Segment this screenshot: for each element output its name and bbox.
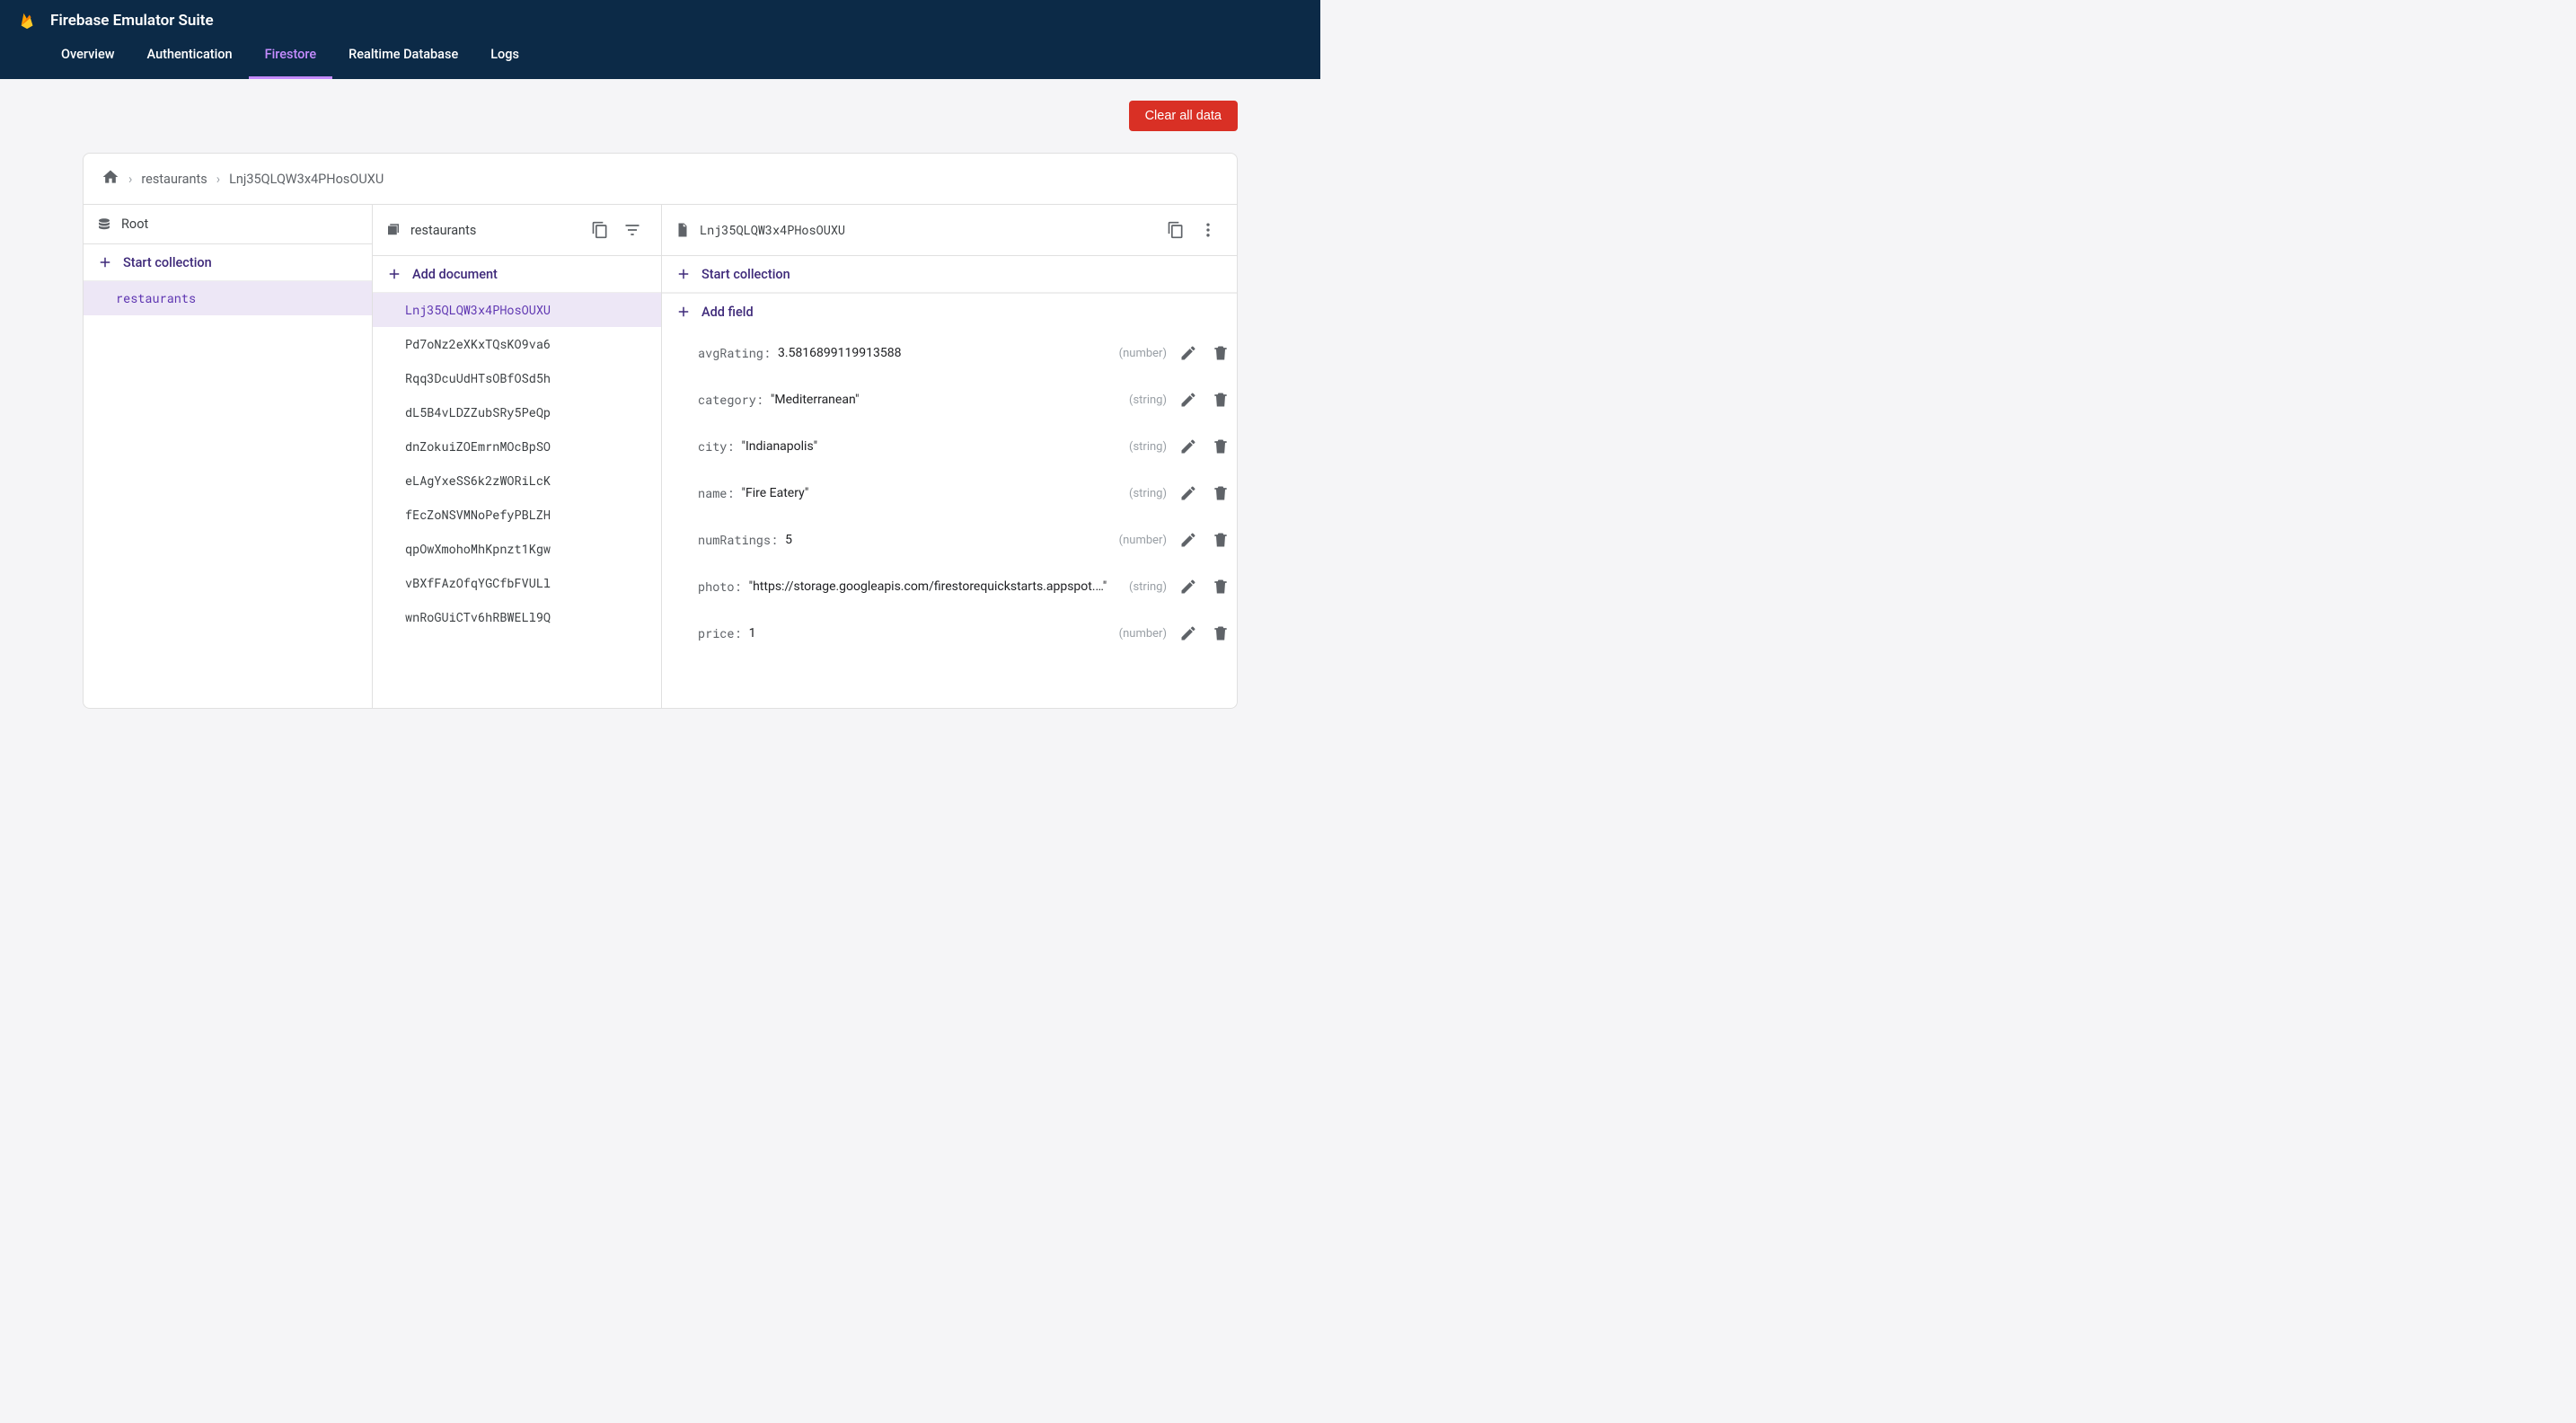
clear-all-data-button[interactable]: Clear all data bbox=[1129, 101, 1238, 131]
column-root: Root Start collection restaurants bbox=[84, 205, 373, 708]
field-value: "Fire Eatery" bbox=[742, 486, 809, 500]
delete-icon[interactable] bbox=[1204, 570, 1237, 603]
collection-icon bbox=[385, 222, 401, 238]
document-item[interactable]: qpOwXmohoMhKpnzt1Kgw bbox=[373, 532, 661, 566]
field-value: "Indianapolis" bbox=[742, 439, 818, 454]
field-key: city: bbox=[698, 438, 735, 455]
field-type: (string) bbox=[1129, 580, 1172, 594]
home-icon[interactable] bbox=[101, 168, 119, 190]
add-document-button[interactable]: Add document bbox=[373, 256, 661, 293]
document-item[interactable]: Pd7oNz2eXKxTQsKO9va6 bbox=[373, 327, 661, 361]
edit-icon[interactable] bbox=[1172, 477, 1204, 509]
field-row[interactable]: name: "Fire Eatery" (string) bbox=[662, 470, 1237, 517]
field-key: price: bbox=[698, 625, 742, 641]
app-title: Firebase Emulator Suite bbox=[50, 12, 214, 30]
tab-logs[interactable]: Logs bbox=[474, 34, 535, 79]
copy-icon[interactable] bbox=[584, 214, 616, 246]
field-key: photo: bbox=[698, 579, 742, 595]
document-item[interactable]: wnRoGUiCTv6hRBWELl9Q bbox=[373, 600, 661, 634]
field-row[interactable]: price: 1 (number) bbox=[662, 610, 1237, 657]
field-key: name: bbox=[698, 485, 735, 501]
document-item[interactable]: Lnj35QLQW3x4PHosOUXU bbox=[373, 293, 661, 327]
field-row[interactable]: category: "Mediterranean" (string) bbox=[662, 376, 1237, 423]
edit-icon[interactable] bbox=[1172, 524, 1204, 556]
breadcrumb-item[interactable]: Lnj35QLQW3x4PHosOUXU bbox=[229, 172, 384, 187]
plus-icon bbox=[385, 265, 403, 283]
field-key: numRatings: bbox=[698, 532, 778, 548]
document-item[interactable]: dL5B4vLDZZubSRy5PeQp bbox=[373, 395, 661, 429]
firebase-logo-icon bbox=[18, 11, 38, 31]
field-key: avgRating: bbox=[698, 345, 771, 361]
column-root-title: Root bbox=[121, 217, 148, 232]
delete-icon[interactable] bbox=[1204, 430, 1237, 463]
field-value: 3.5816899119913588 bbox=[778, 346, 901, 360]
document-item[interactable]: Rqq3DcuUdHTsOBfOSd5h bbox=[373, 361, 661, 395]
edit-icon[interactable] bbox=[1172, 617, 1204, 650]
delete-icon[interactable] bbox=[1204, 477, 1237, 509]
field-row[interactable]: numRatings: 5 (number) bbox=[662, 517, 1237, 563]
nav-tabs: OverviewAuthenticationFirestoreRealtime … bbox=[0, 34, 1320, 79]
field-row[interactable]: city: "Indianapolis" (string) bbox=[662, 423, 1237, 470]
start-collection-button[interactable]: Start collection bbox=[84, 244, 372, 281]
document-item[interactable]: dnZokuiZOEmrnMOcBpSO bbox=[373, 429, 661, 464]
tab-authentication[interactable]: Authentication bbox=[131, 34, 249, 79]
field-value: "Mediterranean" bbox=[771, 393, 860, 407]
delete-icon[interactable] bbox=[1204, 337, 1237, 369]
action-bar: Clear all data bbox=[0, 79, 1320, 131]
column-fields: Lnj35QLQW3x4PHosOUXU Start collection Ad… bbox=[662, 205, 1237, 708]
delete-icon[interactable] bbox=[1204, 524, 1237, 556]
field-value: 5 bbox=[785, 533, 792, 547]
field-key: category: bbox=[698, 392, 763, 408]
delete-icon[interactable] bbox=[1204, 617, 1237, 650]
plus-icon bbox=[675, 303, 693, 321]
document-item[interactable]: fEcZoNSVMNoPefyPBLZH bbox=[373, 498, 661, 532]
plus-icon bbox=[96, 253, 114, 271]
copy-icon[interactable] bbox=[1160, 214, 1192, 246]
edit-icon[interactable] bbox=[1172, 337, 1204, 369]
add-field-button[interactable]: Add field bbox=[662, 293, 1237, 330]
tab-realtime-database[interactable]: Realtime Database bbox=[332, 34, 474, 79]
column-docs-title: restaurants bbox=[410, 223, 476, 238]
collection-item[interactable]: restaurants bbox=[84, 281, 372, 315]
field-type: (number) bbox=[1119, 627, 1172, 641]
tab-overview[interactable]: Overview bbox=[45, 34, 131, 79]
chevron-right-icon: › bbox=[128, 172, 132, 187]
app-header: Firebase Emulator Suite OverviewAuthenti… bbox=[0, 0, 1320, 79]
field-value: 1 bbox=[749, 626, 756, 641]
field-row[interactable]: photo: "https://storage.googleapis.com/fi… bbox=[662, 563, 1237, 610]
edit-icon[interactable] bbox=[1172, 570, 1204, 603]
edit-icon[interactable] bbox=[1172, 384, 1204, 416]
field-type: (string) bbox=[1129, 487, 1172, 500]
breadcrumb: › restaurants › Lnj35QLQW3x4PHosOUXU bbox=[84, 154, 1237, 205]
field-type: (string) bbox=[1129, 393, 1172, 407]
document-icon bbox=[675, 222, 691, 238]
chevron-right-icon: › bbox=[216, 172, 220, 187]
plus-icon bbox=[675, 265, 693, 283]
column-fields-title: Lnj35QLQW3x4PHosOUXU bbox=[700, 222, 845, 238]
firestore-panel: › restaurants › Lnj35QLQW3x4PHosOUXU Roo… bbox=[83, 153, 1238, 709]
field-type: (string) bbox=[1129, 440, 1172, 454]
document-item[interactable]: eLAgYxeSS6k2zWORiLcK bbox=[373, 464, 661, 498]
filter-icon[interactable] bbox=[616, 214, 648, 246]
field-type: (number) bbox=[1119, 534, 1172, 547]
delete-icon[interactable] bbox=[1204, 384, 1237, 416]
breadcrumb-item[interactable]: restaurants bbox=[141, 172, 207, 187]
edit-icon[interactable] bbox=[1172, 430, 1204, 463]
start-collection-button[interactable]: Start collection bbox=[662, 256, 1237, 293]
more-vert-icon[interactable] bbox=[1192, 214, 1224, 246]
field-value: "https://storage.googleapis.com/firestor… bbox=[749, 579, 1107, 594]
document-item[interactable]: vBXfFAzOfqYGCfbFVULl bbox=[373, 566, 661, 600]
column-documents: restaurants Add document Lnj35QLQW3x4PHo… bbox=[373, 205, 662, 708]
field-row[interactable]: avgRating: 3.5816899119913588 (number) bbox=[662, 330, 1237, 376]
tab-firestore[interactable]: Firestore bbox=[249, 34, 333, 79]
database-icon bbox=[96, 217, 112, 233]
field-type: (number) bbox=[1119, 347, 1172, 360]
